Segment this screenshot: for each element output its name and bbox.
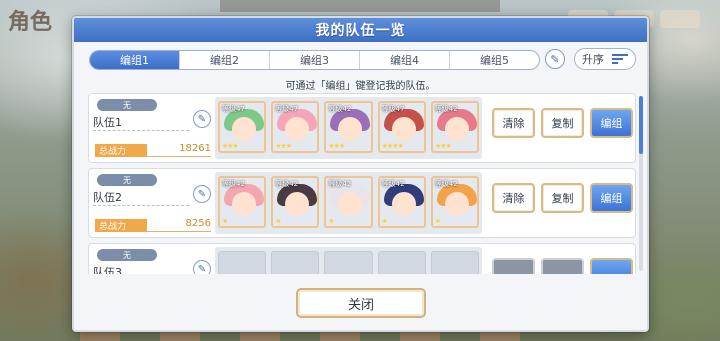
member-slot[interactable]: 等级42 ★ — [271, 176, 320, 228]
pencil-icon: ✎ — [197, 113, 207, 125]
member-level: 等级47 — [222, 105, 245, 113]
member-slot[interactable]: 等级47 ★★★ — [271, 101, 320, 153]
team-list-modal: 我的队伍一览 编组1 编组2 编组3 编组4 编组5 ✎ 升序 可通过「编组」键… — [72, 16, 649, 332]
member-slots — [215, 247, 482, 274]
empty-slot[interactable] — [324, 251, 373, 274]
list-scrollbar[interactable] — [639, 96, 643, 271]
modal-header: 我的队伍一览 — [74, 18, 647, 42]
power-underline — [147, 231, 211, 232]
member-slot[interactable]: 等级42 ★★★ — [324, 101, 373, 153]
rename-team-button[interactable]: ✎ — [193, 110, 211, 128]
member-level: 等级42 — [222, 180, 245, 188]
member-level: 等级47 — [381, 105, 405, 113]
modal-title: 我的队伍一览 — [315, 23, 406, 39]
team-badge: 无 — [97, 99, 157, 111]
member-slot[interactable]: 等级47 ★★★ — [218, 101, 267, 153]
team-row: 无 队伍3 ✎ — [88, 243, 636, 274]
member-slot[interactable]: 等级42 ★ — [218, 176, 267, 228]
edit-team-button[interactable] — [590, 258, 633, 274]
edit-team-button[interactable]: 编组 — [590, 108, 633, 138]
tab-group-2[interactable]: 编组2 — [179, 51, 269, 69]
team-badge: 无 — [97, 249, 157, 261]
member-stars: ★ — [328, 217, 334, 225]
member-stars: ★★★ — [222, 142, 239, 150]
copy-button-disabled — [541, 258, 584, 274]
member-level: 等级42 — [434, 180, 458, 188]
power-label: 总战力 — [95, 144, 147, 157]
sort-button[interactable]: 升序 — [574, 48, 636, 70]
team-list[interactable]: 无 队伍1 ✎ 总战力 18261 等级47 ★★★ 等级47 ★★★ 等级42 ★★… — [88, 93, 636, 274]
member-stars: ★ — [381, 217, 388, 225]
member-stars: ★ — [222, 217, 228, 225]
sort-order-icon — [612, 54, 628, 64]
tab-group-4[interactable]: 编组4 — [359, 51, 449, 69]
member-stars: ★★★ — [275, 142, 292, 150]
empty-slot[interactable] — [271, 251, 320, 274]
tab-group-3[interactable]: 编组3 — [269, 51, 359, 69]
empty-slot[interactable] — [218, 251, 267, 274]
member-slot[interactable]: 等级42 ★ — [324, 176, 373, 228]
team-name: 队伍3 — [93, 266, 122, 274]
copy-button[interactable]: 复制 — [541, 183, 584, 213]
group-tabs: 编组1 编组2 编组3 编组4 编组5 — [89, 50, 540, 70]
rename-team-button[interactable]: ✎ — [193, 260, 211, 274]
power-underline — [147, 156, 211, 157]
member-level: 等级42 — [434, 105, 458, 113]
member-level: 等级42 — [381, 180, 405, 188]
hint-text: 可通过「编组」键登记我的队伍。 — [285, 81, 436, 92]
clear-button-disabled — [492, 258, 535, 274]
member-level: 等级47 — [275, 105, 299, 113]
clear-button[interactable]: 清除 — [492, 108, 535, 138]
empty-slot[interactable] — [430, 251, 480, 274]
team-name: 队伍1 — [93, 116, 122, 129]
power-value: 18261 — [179, 143, 211, 154]
member-stars: ★ — [434, 217, 441, 225]
tab-group-1[interactable]: 编组1 — [90, 51, 179, 69]
pencil-icon: ✎ — [550, 52, 560, 66]
power-label: 总战力 — [95, 219, 147, 232]
background-title: 角色 — [8, 10, 53, 35]
pencil-icon: ✎ — [197, 188, 207, 200]
member-stars: ★★★ — [328, 142, 345, 150]
member-slot[interactable]: 等级42 ★★★ — [430, 101, 480, 153]
name-underline — [93, 205, 189, 206]
member-level: 等级42 — [275, 180, 299, 188]
scrollbar-thumb[interactable] — [639, 96, 643, 154]
edit-team-button[interactable]: 编组 — [590, 183, 633, 213]
name-underline — [93, 130, 189, 131]
edit-group-name-button[interactable]: ✎ — [545, 49, 565, 69]
background-header-strip — [220, 0, 500, 12]
member-stars: ★★★★ — [381, 142, 404, 150]
sort-label: 升序 — [582, 53, 604, 66]
rename-team-button[interactable]: ✎ — [193, 185, 211, 203]
tab-group-5[interactable]: 编组5 — [449, 51, 539, 69]
copy-button[interactable]: 复制 — [541, 108, 584, 138]
member-level: 等级42 — [328, 180, 352, 188]
member-stars: ★★★ — [434, 142, 452, 150]
power-value: 8256 — [185, 218, 211, 229]
team-name: 队伍2 — [93, 191, 122, 204]
member-slot[interactable]: 等级42 ★ — [377, 176, 426, 228]
team-badge: 无 — [97, 174, 157, 186]
pencil-icon: ✎ — [197, 263, 207, 275]
member-slots: 等级47 ★★★ 等级47 ★★★ 等级42 ★★★ 等级47 ★★★★ 等级42 ★★★ — [215, 97, 482, 159]
empty-slot[interactable] — [377, 251, 426, 274]
member-level: 等级42 — [328, 105, 352, 113]
member-slots: 等级42 ★ 等级42 ★ 等级42 ★ 等级42 ★ 等级42 ★ — [215, 172, 482, 234]
member-slot[interactable]: 等级42 ★ — [430, 176, 480, 228]
team-row: 无 队伍1 ✎ 总战力 18261 等级47 ★★★ 等级47 ★★★ 等级42 ★★… — [88, 93, 636, 163]
clear-button[interactable]: 清除 — [492, 183, 535, 213]
member-slot[interactable]: 等级47 ★★★★ — [377, 101, 426, 153]
member-stars: ★ — [275, 217, 281, 225]
team-row: 无 队伍2 ✎ 总战力 8256 等级42 ★ 等级42 ★ 等级42 ★ 等级42 ★… — [88, 168, 636, 238]
close-button[interactable]: 关闭 — [296, 288, 426, 318]
